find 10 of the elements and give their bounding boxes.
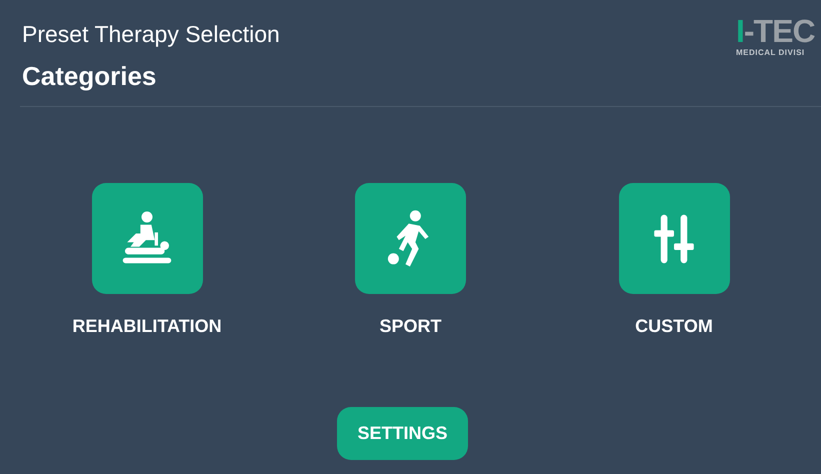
- category-label: CUSTOM: [635, 316, 713, 337]
- settings-button[interactable]: SETTINGS: [337, 407, 468, 460]
- category-tile[interactable]: [355, 183, 466, 294]
- category-tile[interactable]: [92, 183, 202, 294]
- category-label: SPORT: [379, 316, 442, 337]
- section-heading: Categories: [22, 60, 158, 92]
- category-label: REHABILITATION: [72, 316, 222, 337]
- category-tile[interactable]: [618, 183, 730, 294]
- logo: I-TEC MEDICAL DIVISI: [736, 14, 816, 59]
- screen-title: Preset Therapy Selection: [22, 20, 280, 48]
